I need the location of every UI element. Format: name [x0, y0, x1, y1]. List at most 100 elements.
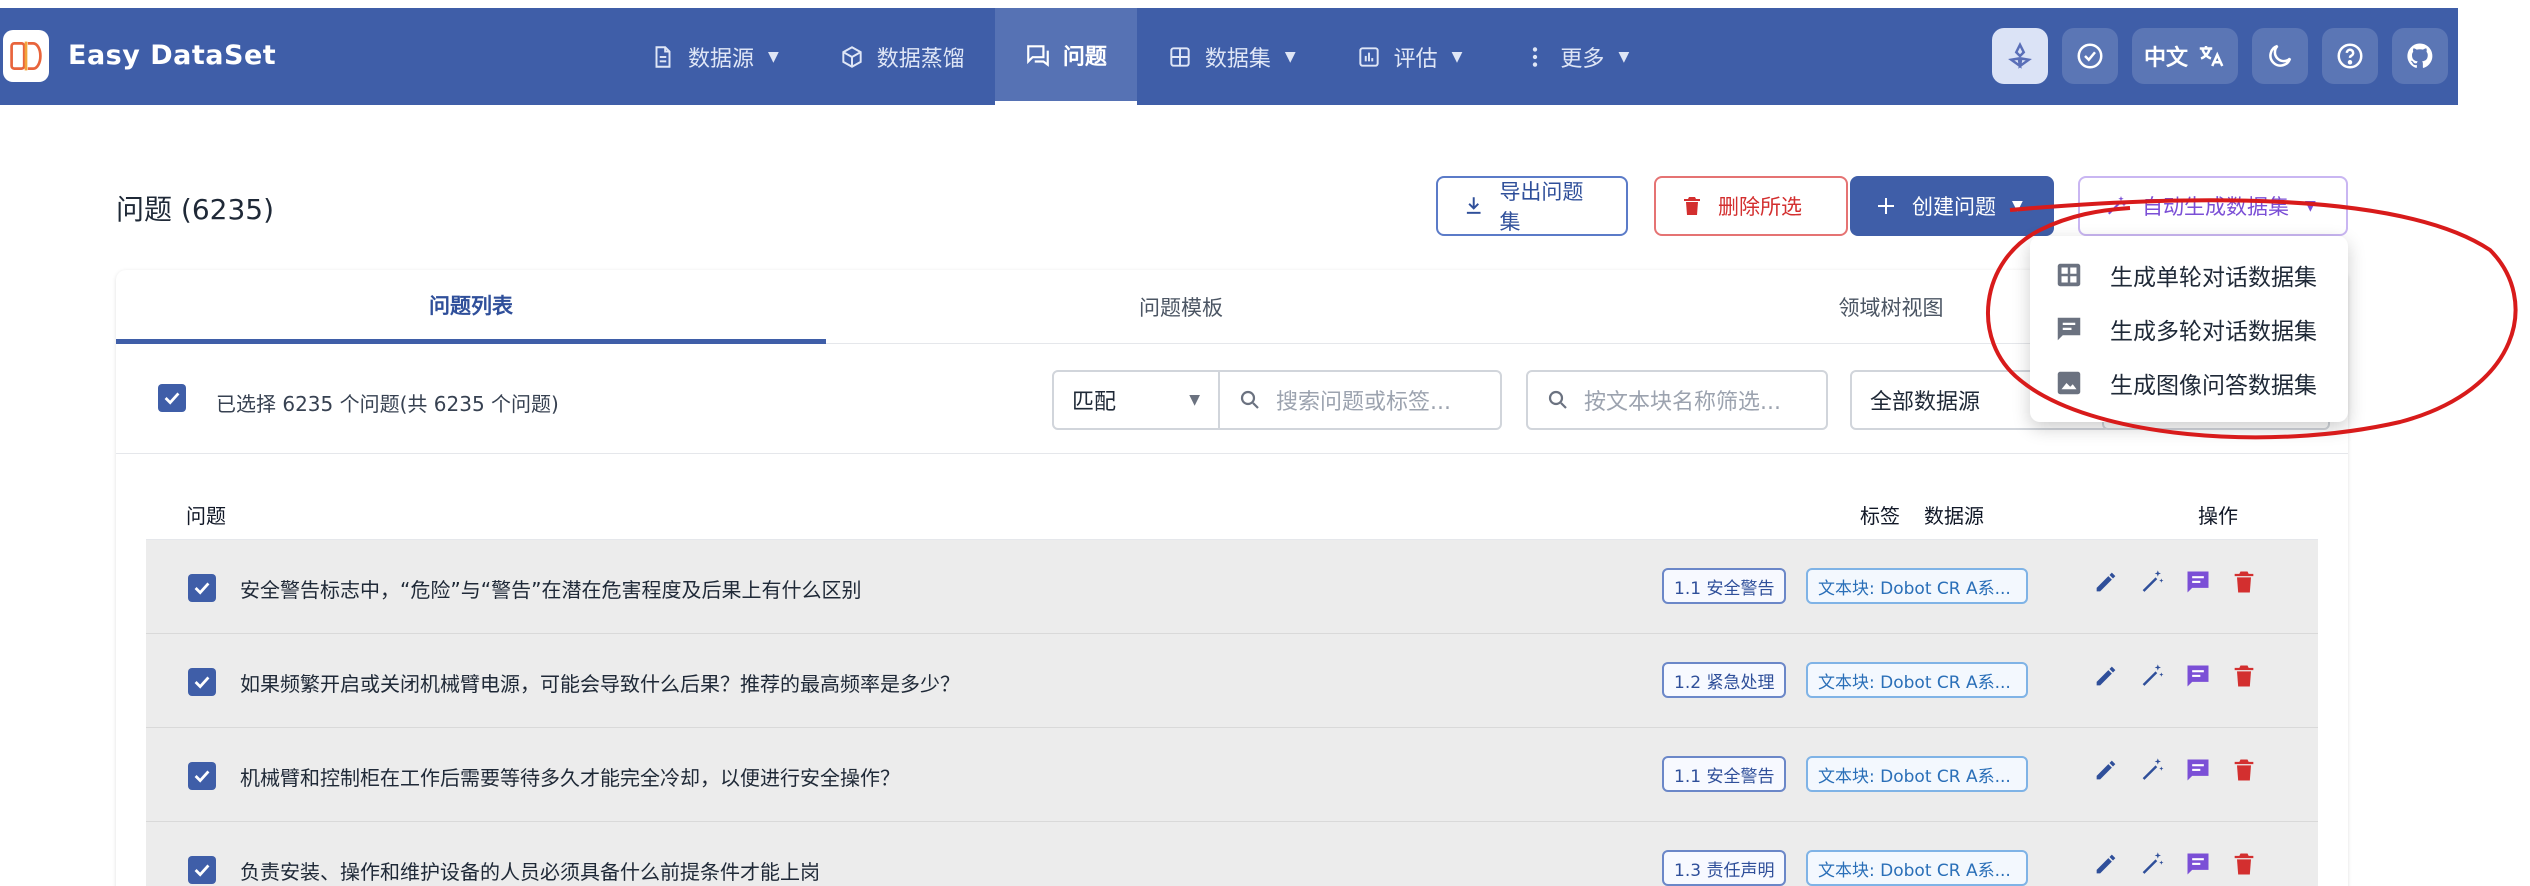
nav-item-label: 数据集: [1204, 46, 1271, 72]
checkmark-icon: [194, 676, 210, 689]
nav-item-questions[interactable]: 问题: [994, 8, 1137, 105]
select-all-checkbox[interactable]: [158, 384, 186, 412]
nav-item-label: 数据源: [688, 46, 755, 72]
task-status-button[interactable]: [2061, 28, 2118, 84]
menu-item-multi-turn[interactable]: 生成多轮对话数据集: [2030, 302, 2348, 356]
menu-item-single-turn[interactable]: 生成单轮对话数据集: [2030, 248, 2348, 302]
help-button[interactable]: [2322, 28, 2378, 84]
question-text: 机械臂和控制柜在工作后需要等待多久才能完全冷却，以便进行安全操作？: [240, 766, 900, 790]
model-selector-button[interactable]: [1991, 28, 2048, 84]
magic-wand-icon[interactable]: [2138, 662, 2166, 690]
language-switch-button[interactable]: 中文: [2131, 28, 2238, 84]
search-input[interactable]: 搜索问题或标签...: [1218, 370, 1502, 430]
export-questions-button[interactable]: 导出问题集: [1436, 176, 1628, 236]
auto-generate-dataset-button[interactable]: 自动生成数据集 ▼: [2078, 176, 2348, 236]
message-icon[interactable]: [2184, 568, 2212, 596]
chevron-down-icon: ▼: [1451, 48, 1463, 65]
trash-icon[interactable]: [2230, 662, 2258, 690]
table-row[interactable]: 负责安装、操作和维护设备的人员必须具备什么前提条件才能上岗 1.3 责任声明 文…: [146, 822, 2318, 886]
chunk-filter-input[interactable]: 按文本块名称筛选...: [1526, 370, 1828, 430]
nav-item-distill[interactable]: 数据蒸馏: [809, 8, 995, 105]
row-checkbox[interactable]: [188, 668, 216, 696]
message-icon[interactable]: [2184, 850, 2212, 878]
row-checkbox[interactable]: [188, 574, 216, 602]
nav-item-label: 评估: [1393, 46, 1438, 72]
export-button-label: 导出问题集: [1499, 180, 1584, 234]
table-row[interactable]: 机械臂和控制柜在工作后需要等待多久才能完全冷却，以便进行安全操作？ 1.1 安全…: [146, 728, 2318, 822]
page-title: 问题 (6235): [116, 193, 275, 226]
match-mode-value: 匹配: [1072, 390, 1117, 415]
message-icon[interactable]: [2184, 756, 2212, 784]
trash-icon[interactable]: [2230, 850, 2258, 878]
github-icon: [2407, 43, 2433, 68]
delete-selected-button[interactable]: 删除所选: [1654, 176, 1848, 236]
chevron-down-icon: ▼: [1189, 392, 1200, 408]
cube-icon: [842, 45, 862, 68]
edit-icon[interactable]: [2092, 568, 2120, 596]
menu-item-label: 生成单轮对话数据集: [2110, 265, 2317, 291]
check-circle-icon: [2077, 43, 2103, 69]
table-row[interactable]: 如果频繁开启或关闭机械臂电源，可能会导致什么后果？推荐的最高频率是多少？ 1.2…: [146, 634, 2318, 728]
grid-icon: [2057, 263, 2081, 287]
edit-icon[interactable]: [2092, 662, 2120, 690]
app-title: Easy DataSet: [68, 40, 277, 71]
message-icon[interactable]: [2184, 662, 2212, 690]
help-icon: [2337, 43, 2363, 69]
search-placeholder: 搜索问题或标签...: [1276, 390, 1451, 415]
nav-item-label: 问题: [1062, 44, 1107, 70]
github-button[interactable]: [2392, 28, 2448, 84]
source-badge[interactable]: 文本块: Dobot CR A系...: [1806, 850, 2028, 886]
create-question-button[interactable]: 创建问题 ▼: [1850, 176, 2054, 236]
column-header-actions: 操作: [2198, 504, 2238, 528]
delete-button-label: 删除所选: [1718, 195, 1802, 219]
tab-question-list[interactable]: 问题列表: [116, 270, 826, 344]
source-badge[interactable]: 文本块: Dobot CR A系...: [1806, 568, 2028, 604]
search-icon: [1548, 390, 1567, 409]
match-mode-select[interactable]: 匹配 ▼: [1052, 370, 1220, 430]
main-nav: 数据源 ▼ 数据蒸馏 问题 数据集 ▼ 评估 ▼ 更多 ▼: [620, 8, 1659, 105]
ai-model-icon: [2008, 41, 2032, 69]
menu-item-image-qa[interactable]: 生成图像问答数据集: [2030, 356, 2348, 410]
grid-icon: [1170, 46, 1190, 67]
row-checkbox[interactable]: [188, 762, 216, 790]
row-actions: [2092, 662, 2258, 690]
toolbar-right: 中文: [1991, 28, 2448, 84]
row-checkbox[interactable]: [188, 856, 216, 884]
source-filter-value: 全部数据源: [1870, 390, 1981, 415]
nav-item-more[interactable]: 更多 ▼: [1492, 8, 1659, 105]
edit-icon[interactable]: [2092, 850, 2120, 878]
nav-item-data-source[interactable]: 数据源 ▼: [620, 8, 809, 105]
plus-icon: [1878, 198, 1894, 214]
theme-toggle-button[interactable]: [2252, 28, 2308, 84]
magic-wand-icon[interactable]: [2138, 850, 2166, 878]
edit-icon[interactable]: [2092, 756, 2120, 784]
chevron-down-icon[interactable]: ▼: [2012, 198, 2023, 214]
question-text: 如果频繁开启或关闭机械臂电源，可能会导致什么后果？推荐的最高频率是多少？: [240, 672, 960, 696]
auto-button-label: 自动生成数据集: [2142, 195, 2289, 219]
nav-item-evaluation[interactable]: 评估 ▼: [1326, 8, 1493, 105]
trash-icon: [1684, 197, 1700, 215]
source-badge[interactable]: 文本块: Dobot CR A系...: [1806, 662, 2028, 698]
file-icon: [655, 45, 671, 68]
source-badge[interactable]: 文本块: Dobot CR A系...: [1806, 756, 2028, 792]
trash-icon[interactable]: [2230, 756, 2258, 784]
magic-wand-icon[interactable]: [2138, 756, 2166, 784]
chat-icon: [1026, 44, 1049, 67]
language-label: 中文: [2143, 46, 2188, 71]
checkmark-icon: [164, 392, 180, 405]
row-actions: [2092, 850, 2258, 878]
nav-item-label: 更多: [1560, 46, 1605, 72]
search-icon: [1240, 390, 1259, 409]
nav-item-datasets[interactable]: 数据集 ▼: [1137, 8, 1326, 105]
checkmark-icon: [194, 770, 210, 783]
magic-wand-icon[interactable]: [2138, 568, 2166, 596]
trash-icon[interactable]: [2230, 568, 2258, 596]
column-header-tag: 标签: [1860, 504, 1900, 528]
app-logo-icon[interactable]: [3, 30, 49, 82]
column-header-question: 问题: [186, 504, 226, 528]
question-text: 安全警告标志中，“危险”与“警告”在潜在危害程度及后果上有什么区别: [240, 578, 862, 602]
create-button-label: 创建问题: [1912, 195, 1996, 219]
tag-badge: 1.2 紧急处理: [1662, 662, 1787, 698]
table-row[interactable]: 安全警告标志中，“危险”与“警告”在潜在危害程度及后果上有什么区别 1.1 安全…: [146, 540, 2318, 634]
tab-question-template[interactable]: 问题模板: [826, 270, 1536, 344]
